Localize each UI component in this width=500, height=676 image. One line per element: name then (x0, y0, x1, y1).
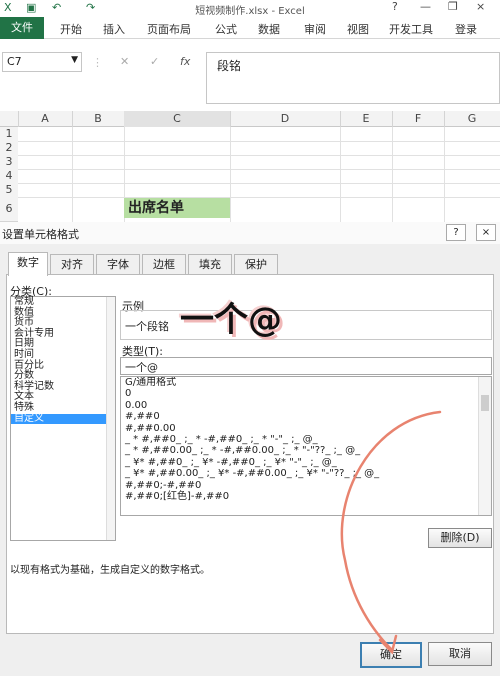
name-box-value: C7 (7, 55, 22, 68)
row-header[interactable]: 1 (0, 127, 18, 142)
tab-border[interactable]: 边框 (142, 254, 186, 275)
chevron-down-icon[interactable]: ▼ (71, 55, 78, 65)
tab-view[interactable]: 视图 (347, 21, 369, 37)
list-item[interactable]: #,##0;-#,##0 (121, 480, 491, 491)
grid-line (392, 127, 393, 222)
column-header[interactable]: A (18, 111, 73, 127)
column-header-row: A B C D E F G (0, 111, 500, 127)
list-item[interactable]: 0.00 (121, 400, 491, 411)
tab-review[interactable]: 审阅 (304, 21, 326, 37)
tab-formulas[interactable]: 公式 (215, 21, 237, 37)
category-list[interactable]: 常规 数值 货币 会计专用 日期 时间 百分比 分数 科学记数 文本 特殊 自定… (10, 296, 116, 541)
list-item[interactable]: #,##0 (121, 411, 491, 422)
cancel-button[interactable]: 取消 (428, 642, 492, 666)
tab-data[interactable]: 数据 (258, 21, 280, 37)
column-header[interactable]: G (444, 111, 500, 127)
column-header[interactable]: B (72, 111, 125, 127)
close-icon[interactable]: × (476, 224, 496, 241)
column-header[interactable]: D (230, 111, 341, 127)
grid-line (72, 127, 73, 222)
minimize-icon[interactable]: — (420, 0, 431, 13)
tab-developer[interactable]: 开发工具 (389, 21, 433, 37)
formula-input[interactable]: 段铭 (206, 52, 500, 104)
tab-fill[interactable]: 填充 (188, 254, 232, 275)
list-item[interactable]: _ * #,##0_ ;_ * -#,##0_ ;_ * "-"_ ;_ @_ (121, 434, 491, 445)
tab-insert[interactable]: 插入 (103, 21, 125, 37)
list-item[interactable]: 特殊 (11, 402, 115, 414)
tab-alignment[interactable]: 对齐 (50, 254, 94, 275)
tab-font[interactable]: 字体 (96, 254, 140, 275)
description-text: 以现有格式为基础，生成自定义的数字格式。 (10, 565, 210, 576)
row-header[interactable]: 4 (0, 169, 18, 184)
list-item-selected[interactable]: 自定义 (11, 413, 115, 425)
enter-icon[interactable]: ✓ (150, 55, 159, 68)
ribbon: 文件 开始 插入 页面布局 公式 数据 审阅 视图 开发工具 登录 (0, 17, 500, 39)
help-icon[interactable]: ? (446, 224, 466, 241)
sheet-row[interactable] (18, 155, 500, 170)
close-icon[interactable]: × (476, 0, 485, 13)
column-header[interactable]: E (340, 111, 393, 127)
row-header[interactable]: 5 (0, 183, 18, 198)
type-input[interactable]: 一个@ (120, 357, 492, 375)
column-header[interactable]: C (124, 111, 231, 127)
cancel-icon[interactable]: ✕ (120, 55, 129, 68)
row-header[interactable]: 3 (0, 155, 18, 170)
grid-line (230, 127, 231, 222)
category-scrollbar[interactable] (106, 297, 115, 540)
annotation-text: 一个@ (180, 300, 282, 340)
list-item[interactable]: 时间 (11, 349, 115, 361)
format-list[interactable]: G/通用格式 0 0.00 #,##0 #,##0.00 _ * #,##0_ … (120, 376, 492, 516)
dialog-title: 设置单元格格式 (0, 222, 500, 244)
tab-file[interactable]: 文件 (0, 17, 44, 39)
row-header[interactable]: 6 (0, 197, 18, 222)
row-header[interactable]: 2 (0, 141, 18, 156)
sheet-row[interactable] (18, 141, 500, 156)
list-item[interactable]: 常规 (11, 296, 115, 308)
sheet-row[interactable] (18, 127, 500, 142)
sheet-row[interactable] (18, 169, 500, 184)
list-item[interactable]: #,##0.00 (121, 423, 491, 434)
sample-preview: 一个段铭 (120, 310, 492, 340)
column-header[interactable]: F (392, 111, 445, 127)
delete-button[interactable]: 删除(D) (428, 528, 492, 548)
list-item[interactable]: #,##0;[红色]-#,##0 (121, 491, 491, 502)
tab-number[interactable]: 数字 (8, 252, 48, 276)
select-all-corner[interactable] (0, 111, 19, 127)
cell-c6[interactable]: 出席名单 (124, 198, 230, 218)
list-item[interactable]: _ ¥* #,##0.00_ ;_ ¥* -#,##0.00_ ;_ ¥* "-… (121, 468, 491, 479)
list-item[interactable]: _ ¥* #,##0_ ;_ ¥* -#,##0_ ;_ ¥* "-"_ ;_ … (121, 457, 491, 468)
restore-icon[interactable]: ❐ (448, 0, 458, 13)
function-icon[interactable]: fx (180, 55, 190, 68)
scrollbar-thumb[interactable] (481, 395, 489, 411)
name-box[interactable]: C7 ▼ (2, 52, 82, 72)
grid-line (444, 127, 445, 222)
help-icon[interactable]: ? (392, 0, 398, 13)
login-link[interactable]: 登录 (455, 21, 477, 37)
sheet-row[interactable] (18, 183, 500, 198)
more-icon: ⋮ (92, 56, 103, 69)
title-bar: X ▣ ↶ ↷ 短视频制作.xlsx - Excel ? — ❐ × (0, 0, 500, 17)
tab-protection[interactable]: 保护 (234, 254, 278, 275)
tab-page-layout[interactable]: 页面布局 (147, 21, 191, 37)
list-item[interactable]: _ * #,##0.00_ ;_ * -#,##0.00_ ;_ * "-"??… (121, 445, 491, 456)
list-item[interactable]: G/通用格式 (121, 377, 491, 388)
tab-home[interactable]: 开始 (60, 21, 82, 37)
list-item[interactable]: 0 (121, 388, 491, 399)
ok-button[interactable]: 确定 (360, 642, 422, 668)
grid-line (340, 127, 341, 222)
format-list-scrollbar[interactable] (478, 377, 491, 515)
